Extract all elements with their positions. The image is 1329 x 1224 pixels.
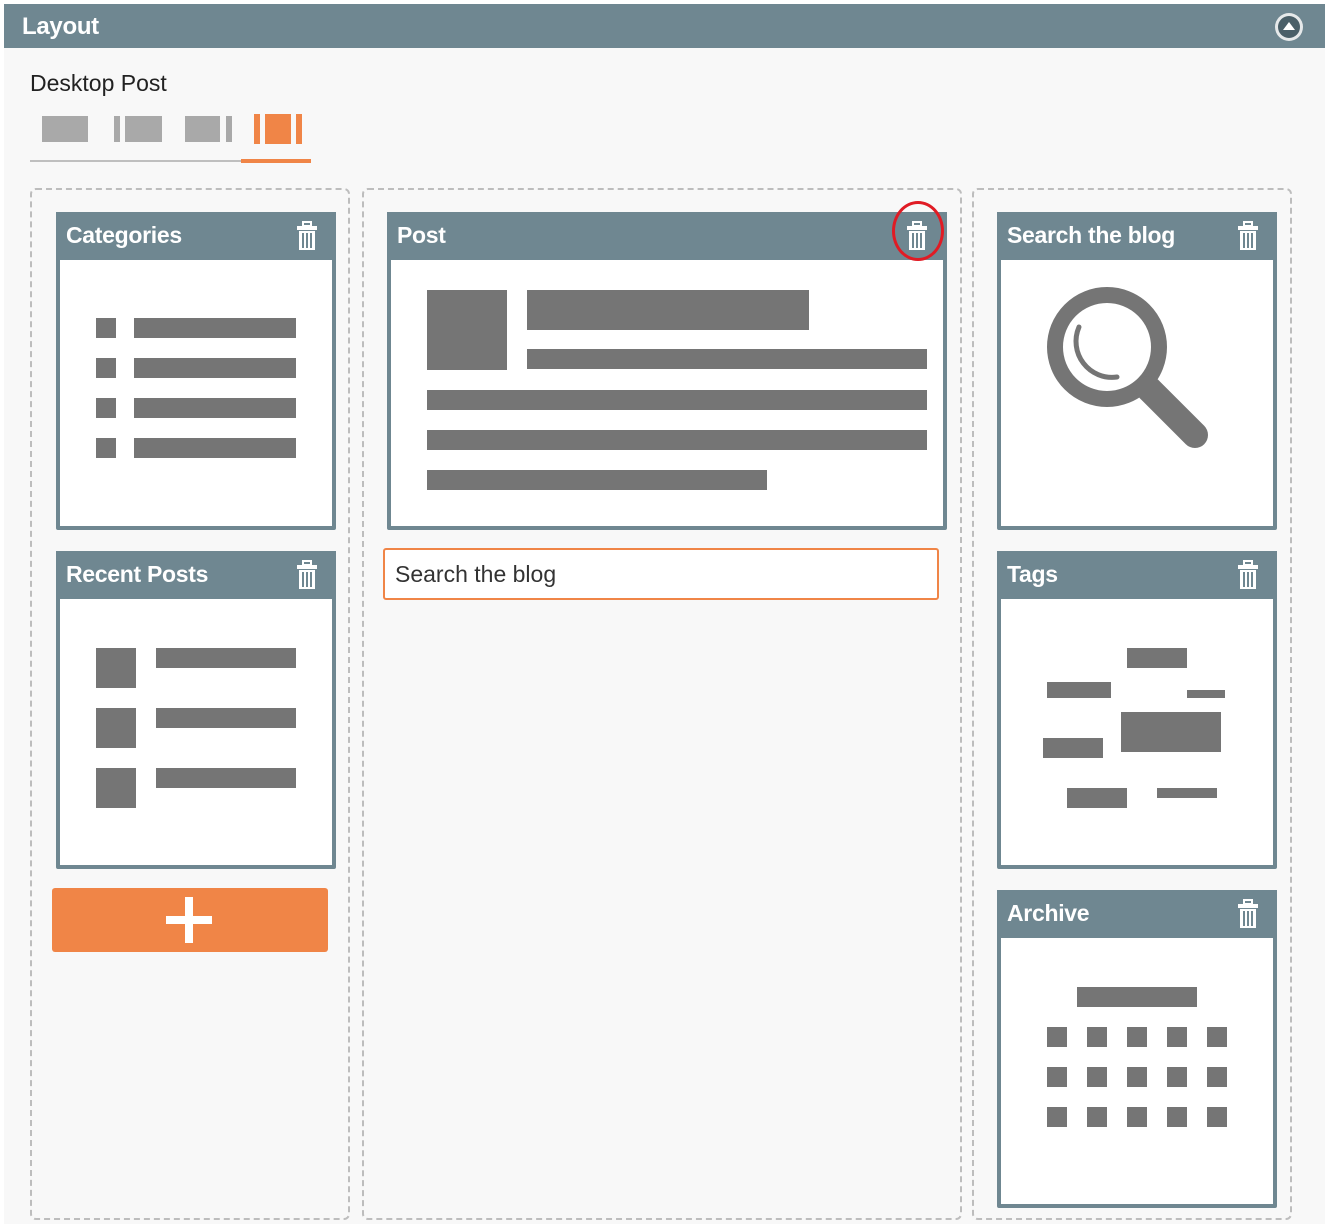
layout-label: Desktop Post bbox=[30, 70, 167, 96]
layout-full-width-icon bbox=[42, 116, 88, 142]
panel-title: Layout bbox=[22, 13, 99, 40]
widget-archive[interactable]: Archive bbox=[997, 890, 1277, 1208]
collapse-button[interactable] bbox=[1275, 13, 1303, 41]
widget-title: Search the blog bbox=[1007, 222, 1176, 248]
widget-preview bbox=[1001, 599, 1273, 865]
trash-icon[interactable] bbox=[906, 221, 928, 251]
layout-option-both-sidebars[interactable] bbox=[254, 108, 304, 148]
widget-preview bbox=[60, 260, 332, 526]
layout-right-sidebar-icon bbox=[185, 116, 232, 142]
widget-header[interactable]: Tags bbox=[997, 551, 1277, 599]
widget-header[interactable]: Archive bbox=[997, 890, 1277, 938]
widget-post[interactable]: Post bbox=[387, 212, 947, 530]
layout-both-sidebars-icon bbox=[254, 114, 302, 144]
tag-cloud-icon bbox=[1043, 648, 1225, 808]
layout-left-sidebar-icon bbox=[114, 116, 162, 142]
widget-header[interactable]: Post bbox=[387, 212, 947, 260]
calendar-icon bbox=[1047, 987, 1227, 1127]
add-widget-button[interactable] bbox=[52, 888, 328, 952]
plus-icon bbox=[166, 897, 212, 943]
chevron-up-circle-icon bbox=[1278, 16, 1300, 38]
widget-title: Archive bbox=[1007, 900, 1090, 926]
layout-option-left-sidebar[interactable] bbox=[114, 108, 164, 148]
widget-categories[interactable]: Categories bbox=[56, 212, 336, 530]
trash-icon[interactable] bbox=[1237, 899, 1259, 929]
trash-icon[interactable] bbox=[296, 221, 318, 251]
trash-icon[interactable] bbox=[1237, 560, 1259, 590]
widget-header[interactable]: Search the blog bbox=[997, 212, 1277, 260]
trash-icon[interactable] bbox=[1237, 221, 1259, 251]
trash-icon[interactable] bbox=[296, 560, 318, 590]
widget-title: Tags bbox=[1007, 561, 1058, 587]
layout-switcher bbox=[30, 108, 311, 168]
widget-title: Recent Posts bbox=[66, 561, 209, 587]
categories-list-icon bbox=[96, 318, 296, 458]
widget-header[interactable]: Categories bbox=[56, 212, 336, 260]
widget-recent-posts[interactable]: Recent Posts bbox=[56, 551, 336, 869]
widget-preview bbox=[391, 260, 943, 526]
layout-active-indicator bbox=[241, 159, 311, 163]
layout-option-full-width[interactable] bbox=[42, 108, 90, 148]
recent-posts-icon bbox=[96, 648, 296, 808]
post-content-icon bbox=[427, 290, 927, 490]
layout-option-right-sidebar[interactable] bbox=[185, 108, 235, 148]
widget-tags[interactable]: Tags bbox=[997, 551, 1277, 869]
widget-header[interactable]: Recent Posts bbox=[56, 551, 336, 599]
widget-title: Post bbox=[397, 222, 446, 248]
search-input[interactable] bbox=[383, 548, 939, 600]
widget-preview bbox=[60, 599, 332, 865]
widget-preview bbox=[1001, 260, 1273, 526]
widget-title: Categories bbox=[66, 222, 182, 248]
widget-search[interactable]: Search the blog bbox=[997, 212, 1277, 530]
widget-preview bbox=[1001, 938, 1273, 1204]
magnifier-icon bbox=[1047, 287, 1208, 448]
panel-header[interactable]: Layout bbox=[4, 4, 1325, 48]
